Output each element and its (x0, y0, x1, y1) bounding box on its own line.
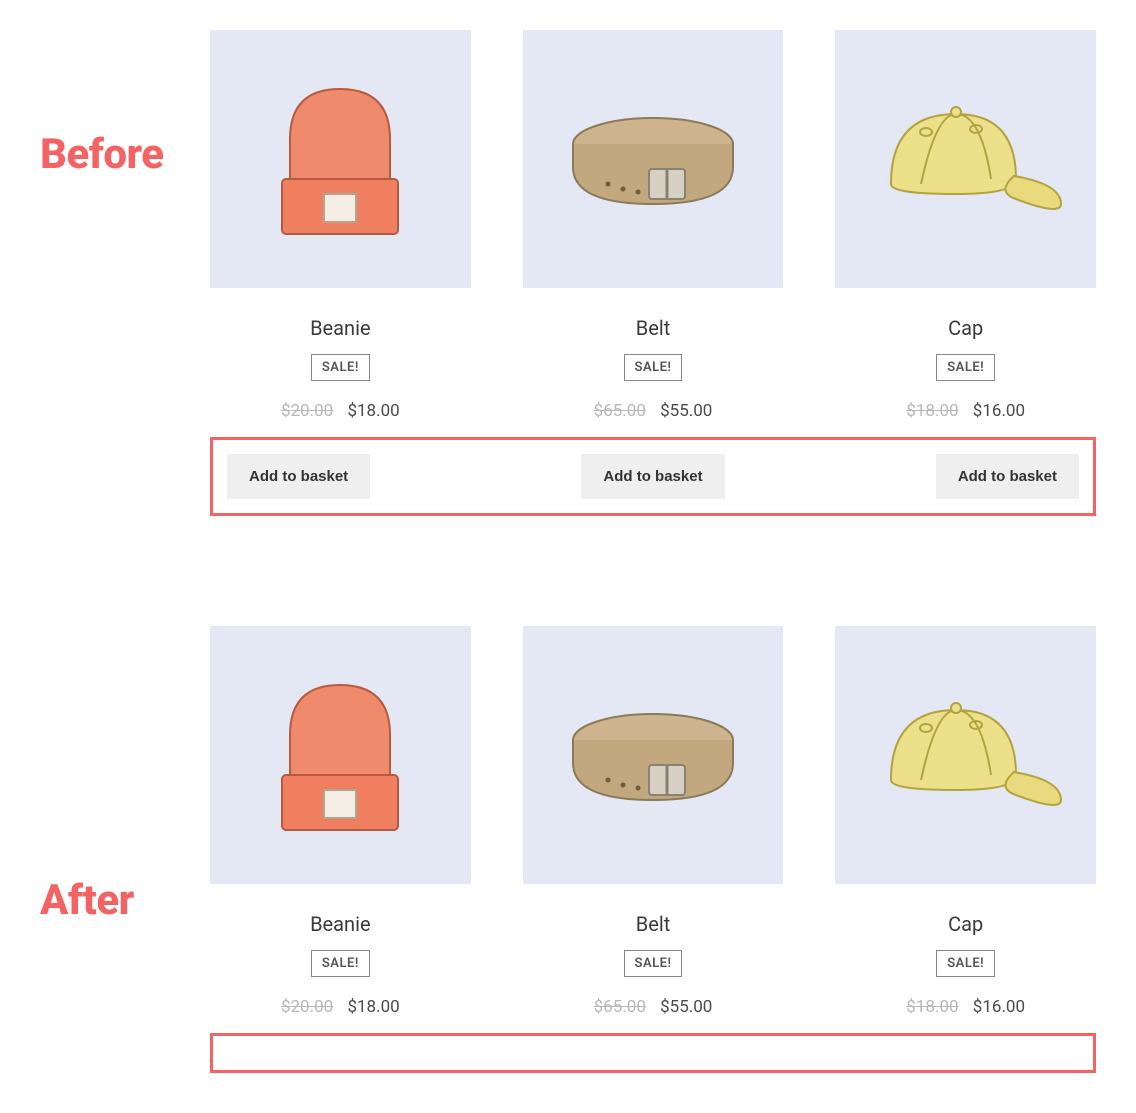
old-price: $20.00 (281, 401, 333, 421)
belt-icon (553, 89, 753, 229)
product-prices: $20.00 $18.00 (210, 997, 471, 1017)
highlight-buttons-after (210, 1033, 1096, 1073)
sale-badge: SALE! (624, 950, 683, 977)
product-image-cap[interactable] (835, 30, 1096, 288)
new-price: $16.00 (973, 401, 1025, 421)
new-price: $55.00 (660, 997, 712, 1017)
add-button-row: Add to basket Add to basket Add to baske… (213, 454, 1093, 499)
add-to-basket-button[interactable]: Add to basket (227, 454, 370, 499)
cap-icon (866, 680, 1066, 830)
product-title: Beanie (210, 912, 471, 936)
btn-cell: Add to basket (511, 454, 795, 499)
product-card-beanie: Beanie SALE! $20.00 $18.00 (210, 626, 471, 1017)
before-label: Before (40, 130, 210, 179)
after-products-grid: Beanie SALE! $20.00 $18.00 (210, 626, 1096, 1017)
product-image-belt[interactable] (523, 30, 784, 288)
after-label: After (40, 876, 210, 925)
product-card-beanie: Beanie SALE! $20.00 $18.00 (210, 30, 471, 421)
product-image-beanie[interactable] (210, 30, 471, 288)
old-price: $65.00 (594, 401, 646, 421)
sale-badge: SALE! (311, 950, 370, 977)
product-card-belt: Belt SALE! $65.00 $55.00 (523, 30, 784, 421)
product-title: Beanie (210, 316, 471, 340)
after-products-wrap: Beanie SALE! $20.00 $18.00 (210, 626, 1096, 1073)
new-price: $18.00 (347, 401, 399, 421)
add-to-basket-button[interactable]: Add to basket (581, 454, 724, 499)
product-card-cap: Cap SALE! $18.00 $16.00 (835, 30, 1096, 421)
product-image-belt[interactable] (523, 626, 784, 884)
product-title: Cap (835, 912, 1096, 936)
product-title: Cap (835, 316, 1096, 340)
product-prices: $65.00 $55.00 (523, 401, 784, 421)
before-section: Before Beanie SALE! $20.00 $18.00 (40, 30, 1096, 516)
product-image-beanie[interactable] (210, 626, 471, 884)
new-price: $55.00 (660, 401, 712, 421)
product-prices: $20.00 $18.00 (210, 401, 471, 421)
before-products-grid: Beanie SALE! $20.00 $18.00 (210, 30, 1096, 421)
product-title: Belt (523, 316, 784, 340)
sale-badge: SALE! (936, 950, 995, 977)
product-title: Belt (523, 912, 784, 936)
old-price: $20.00 (281, 997, 333, 1017)
old-price: $65.00 (594, 997, 646, 1017)
after-label-col: After (40, 626, 210, 925)
add-to-basket-button[interactable]: Add to basket (936, 454, 1079, 499)
sale-badge: SALE! (311, 354, 370, 381)
new-price: $16.00 (973, 997, 1025, 1017)
old-price: $18.00 (906, 997, 958, 1017)
product-image-cap[interactable] (835, 626, 1096, 884)
before-products-wrap: Beanie SALE! $20.00 $18.00 (210, 30, 1096, 516)
cap-icon (866, 84, 1066, 234)
highlight-buttons-before: Add to basket Add to basket Add to baske… (210, 437, 1096, 516)
sale-badge: SALE! (624, 354, 683, 381)
product-prices: $18.00 $16.00 (835, 401, 1096, 421)
after-section: After Beanie SALE! $20.00 $18.00 (40, 626, 1096, 1073)
product-prices: $65.00 $55.00 (523, 997, 784, 1017)
btn-cell: Add to basket (795, 454, 1093, 499)
product-card-belt: Belt SALE! $65.00 $55.00 (523, 626, 784, 1017)
product-prices: $18.00 $16.00 (835, 997, 1096, 1017)
product-card-cap: Cap SALE! $18.00 $16.00 (835, 626, 1096, 1017)
beanie-icon (260, 665, 420, 845)
new-price: $18.00 (347, 997, 399, 1017)
belt-icon (553, 685, 753, 825)
beanie-icon (260, 69, 420, 249)
btn-cell: Add to basket (213, 454, 511, 499)
old-price: $18.00 (906, 401, 958, 421)
sale-badge: SALE! (936, 354, 995, 381)
before-label-col: Before (40, 30, 210, 179)
